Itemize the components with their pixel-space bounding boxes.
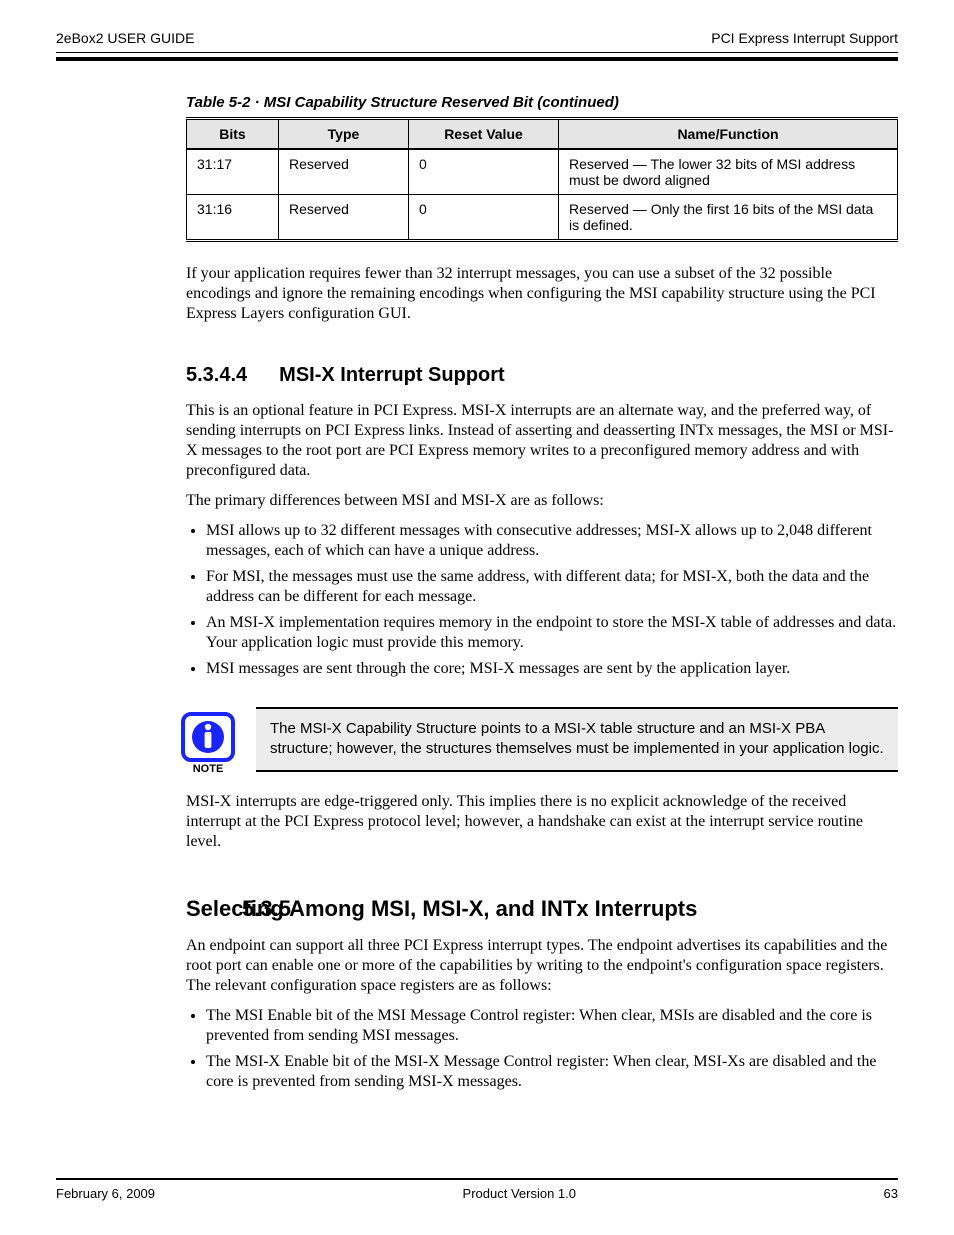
footer-row: February 6, 2009 Product Version 1.0 63 [56, 1186, 898, 1201]
page: { "header": { "left": "2eBox2 USER GUIDE… [0, 0, 954, 1235]
col-header-type: Type [279, 119, 409, 150]
table-caption: Table 5-2 · MSI Capability Structure Res… [186, 94, 898, 111]
section-5-3-5: 5.3.5 Selecting Among MSI, MSI-X, and IN… [186, 896, 898, 922]
section-para-1: This is an optional feature in PCI Expre… [186, 401, 898, 481]
header-right: PCI Express Interrupt Support [711, 30, 898, 46]
section-5-3-5-body: An endpoint can support all three PCI Ex… [186, 936, 898, 1092]
section-number: 5.3.5 [242, 896, 291, 922]
list-item: An MSI-X implementation requires memory … [206, 613, 898, 653]
cell-name: Reserved — The lower 32 bits of MSI addr… [559, 149, 898, 195]
note-text: The MSI-X Capability Structure points to… [256, 707, 898, 772]
section-bullets: The MSI Enable bit of the MSI Message Co… [186, 1006, 898, 1092]
cell-reset: 0 [409, 149, 559, 195]
header-left: 2eBox2 USER GUIDE [56, 30, 195, 46]
section-bullets: MSI allows up to 32 different messages w… [186, 521, 898, 679]
header-row: 2eBox2 USER GUIDE PCI Express Interrupt … [56, 30, 898, 46]
para-after-note: MSI-X interrupts are edge-triggered only… [186, 792, 898, 852]
table-header-row: Bits Type Reset Value Name/Function [187, 119, 898, 150]
header-rule-thin [56, 52, 898, 53]
table-row: 31:17 Reserved 0 Reserved — The lower 32… [187, 149, 898, 195]
list-item: The MSI Enable bit of the MSI Message Co… [206, 1006, 898, 1046]
section-title: MSI-X Interrupt Support [279, 364, 505, 386]
footer-center: Product Version 1.0 [463, 1186, 576, 1201]
para-after-table: If your application requires fewer than … [186, 264, 898, 324]
header-rule-thick [56, 57, 898, 61]
footer-left: February 6, 2009 [56, 1186, 155, 1201]
list-item: For MSI, the messages must use the same … [206, 567, 898, 607]
col-header-name: Name/Function [559, 119, 898, 150]
section-5-3-4-4: 5.3.4.4 MSI-X Interrupt Support [186, 364, 898, 387]
page-header: 2eBox2 USER GUIDE PCI Express Interrupt … [56, 30, 898, 61]
section-para-1: An endpoint can support all three PCI Ex… [186, 936, 898, 996]
note-block: NOTE The MSI-X Capability Structure poin… [186, 707, 898, 772]
list-item: The MSI-X Enable bit of the MSI-X Messag… [206, 1052, 898, 1092]
cell-bits: 31:16 [187, 195, 279, 241]
list-item: MSI messages are sent through the core; … [206, 659, 898, 679]
col-header-bits: Bits [187, 119, 279, 150]
note-icon: NOTE [180, 711, 236, 775]
cell-type: Reserved [279, 149, 409, 195]
content-area: Table 5-2 · MSI Capability Structure Res… [186, 94, 898, 1098]
col-header-reset: Reset Value [409, 119, 559, 150]
list-item: MSI allows up to 32 different messages w… [206, 521, 898, 561]
cell-name: Reserved — Only the first 16 bits of the… [559, 195, 898, 241]
cell-bits: 31:17 [187, 149, 279, 195]
section-para-2: The primary differences between MSI and … [186, 491, 898, 511]
register-table: Bits Type Reset Value Name/Function 31:1… [186, 117, 898, 242]
section-5-3-4-4-body: This is an optional feature in PCI Expre… [186, 401, 898, 679]
footer-right: 63 [884, 1186, 898, 1201]
section-number: 5.3.4.4 [186, 364, 247, 386]
note-icon-label: NOTE [193, 763, 224, 775]
cell-type: Reserved [279, 195, 409, 241]
footer-rule [56, 1178, 898, 1180]
cell-reset: 0 [409, 195, 559, 241]
page-footer: February 6, 2009 Product Version 1.0 63 [56, 1178, 898, 1201]
table-row: 31:16 Reserved 0 Reserved — Only the fir… [187, 195, 898, 241]
